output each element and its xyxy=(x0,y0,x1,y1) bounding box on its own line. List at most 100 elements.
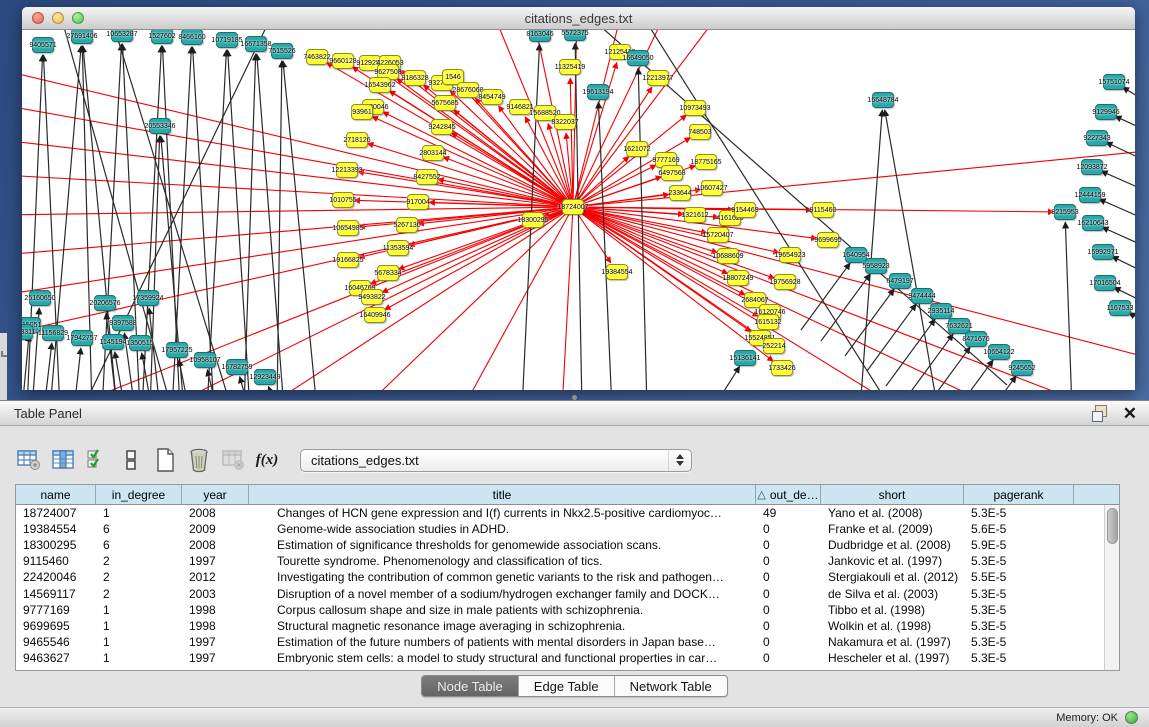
graph-node[interactable]: 10973493 xyxy=(684,100,706,116)
graph-node[interactable]: 10958107 xyxy=(194,352,216,368)
table-row[interactable]: 946554611997Estimation of the future num… xyxy=(16,634,1104,650)
table-row[interactable]: 977716911998Corpus callosum shape and si… xyxy=(16,602,1104,618)
cell-pagerank[interactable]: 5.3E-5 xyxy=(964,587,1074,601)
graph-node[interactable]: 6479197 xyxy=(889,273,911,289)
column-header-year[interactable]: year xyxy=(182,485,249,504)
graph-node[interactable]: 8215953 xyxy=(1054,204,1076,220)
graph-node[interactable]: 233644 xyxy=(669,185,691,201)
graph-node[interactable]: 9227343 xyxy=(1086,130,1108,146)
cell-year[interactable]: 2008 xyxy=(182,538,249,552)
cell-pagerank[interactable]: 5.6E-5 xyxy=(964,522,1074,536)
cell-in_degree[interactable]: 2 xyxy=(96,587,182,601)
cell-out_degree[interactable]: 0 xyxy=(756,603,821,617)
cell-name[interactable]: 14569117 xyxy=(16,587,96,601)
graph-node[interactable]: 20553346 xyxy=(149,118,171,134)
minimize-window-button[interactable] xyxy=(52,12,64,24)
cell-year[interactable]: 2009 xyxy=(182,522,249,536)
graph-node[interactable]: 16782759 xyxy=(226,359,248,375)
graph-node[interactable]: 12093872 xyxy=(1081,159,1103,175)
graph-node[interactable]: 19384554 xyxy=(606,264,628,280)
graph-node[interactable]: 19654923 xyxy=(779,247,801,263)
cell-in_degree[interactable]: 1 xyxy=(96,603,182,617)
cell-in_degree[interactable]: 6 xyxy=(96,538,182,552)
graph-node[interactable]: 9146821 xyxy=(509,99,531,115)
graph-node[interactable]: 9242845 xyxy=(431,119,453,135)
graph-node[interactable]: 12213977 xyxy=(647,70,669,86)
cell-short[interactable]: Yano et al. (2008) xyxy=(821,506,964,520)
cell-year[interactable]: 1997 xyxy=(182,554,249,568)
graph-node[interactable]: 27691406 xyxy=(71,30,93,44)
graph-node[interactable]: 28676068 xyxy=(457,82,479,98)
graph-node[interactable]: 10654122 xyxy=(988,344,1010,360)
graph-node[interactable]: 1640954 xyxy=(845,247,867,263)
cell-title[interactable]: Disruption of a novel member of a sodium… xyxy=(249,587,756,601)
graph-node[interactable]: 9397588 xyxy=(112,315,134,331)
table-row[interactable]: 1872400712008Changes of HCN gene express… xyxy=(16,505,1104,521)
cell-title[interactable]: Embryonic stem cells: a model to study s… xyxy=(249,651,756,665)
cell-in_degree[interactable]: 2 xyxy=(96,554,182,568)
cell-title[interactable]: Corpus callosum shape and size in male p… xyxy=(249,603,756,617)
cell-name[interactable]: 19384554 xyxy=(16,522,96,536)
graph-node[interactable]: 25160650 xyxy=(29,290,51,306)
graph-node[interactable]: 15720407 xyxy=(707,227,729,243)
cell-out_degree[interactable]: 0 xyxy=(756,570,821,584)
graph-node[interactable]: 11353594 xyxy=(387,240,409,256)
graph-node[interactable]: 20206576 xyxy=(94,295,116,311)
cell-short[interactable]: Hescheler et al. (1997) xyxy=(821,651,964,665)
graph-node[interactable]: 16210643 xyxy=(1082,215,1104,231)
cell-in_degree[interactable]: 1 xyxy=(96,619,182,633)
graph-node[interactable]: 2718126 xyxy=(346,132,368,148)
graph-node[interactable]: 11325419 xyxy=(559,59,581,75)
graph-node[interactable]: 19613194 xyxy=(587,84,609,100)
cell-pagerank[interactable]: 5.3E-5 xyxy=(964,554,1074,568)
delete-table-button[interactable] xyxy=(218,446,248,474)
graph-node[interactable]: 15751074 xyxy=(1103,74,1125,90)
cell-pagerank[interactable]: 5.9E-5 xyxy=(964,538,1074,552)
graph-node[interactable]: 10607427 xyxy=(701,180,723,196)
cell-out_degree[interactable]: 0 xyxy=(756,651,821,665)
table-row[interactable]: 1830029562008Estimation of significance … xyxy=(16,537,1104,553)
cell-name[interactable]: 18300295 xyxy=(16,538,96,552)
graph-node[interactable]: 3913311 xyxy=(22,324,33,340)
cell-short[interactable]: Franke et al. (2009) xyxy=(821,522,964,536)
zoom-window-button[interactable] xyxy=(72,12,84,24)
graph-node[interactable]: 9129946 xyxy=(1095,104,1117,120)
graph-node[interactable]: 93961 xyxy=(351,104,373,120)
cell-pagerank[interactable]: 5.3E-5 xyxy=(964,603,1074,617)
cell-year[interactable]: 2012 xyxy=(182,570,249,584)
graph-node[interactable]: 7463822 xyxy=(306,49,328,65)
graph-node[interactable]: 5572375 xyxy=(564,30,586,41)
cell-title[interactable]: Tourette syndrome. Phenomenology and cla… xyxy=(249,554,756,568)
tab-node-table[interactable]: Node Table xyxy=(422,676,519,696)
graph-node[interactable]: 17359924 xyxy=(137,290,159,306)
cell-year[interactable]: 1997 xyxy=(182,635,249,649)
graph-node[interactable]: 12923449 xyxy=(254,369,276,385)
graph-node[interactable]: 2935114 xyxy=(930,303,952,319)
cell-short[interactable]: Jankovic et al. (1997) xyxy=(821,554,964,568)
graph-node[interactable]: 1350515 xyxy=(129,335,151,351)
graph-node[interactable]: 9154469 xyxy=(734,202,756,218)
column-header-name[interactable]: name xyxy=(16,485,96,504)
column-header-title[interactable]: title xyxy=(249,485,756,504)
graph-node[interactable]: 10654985 xyxy=(337,220,359,236)
scrollbar-thumb[interactable] xyxy=(1107,508,1118,544)
graph-node[interactable]: 16648784 xyxy=(872,92,894,108)
graph-node[interactable]: 19166825 xyxy=(337,252,359,268)
column-select-button[interactable] xyxy=(82,446,112,474)
table-select-dropdown[interactable]: citations_edges.txt xyxy=(300,449,692,472)
graph-node[interactable]: 8471676 xyxy=(965,331,987,347)
cell-short[interactable]: Nakamura et al. (1997) xyxy=(821,635,964,649)
column-header-in_degree[interactable]: in_degree xyxy=(96,485,182,504)
graph-node[interactable]: 1145194 xyxy=(102,334,124,350)
cell-name[interactable]: 22420046 xyxy=(16,570,96,584)
cell-pagerank[interactable]: 5.3E-5 xyxy=(964,506,1074,520)
graph-node[interactable]: 19756928 xyxy=(774,274,796,290)
graph-node[interactable]: 9245652 xyxy=(1011,360,1033,376)
cell-out_degree[interactable]: 0 xyxy=(756,619,821,633)
cell-title[interactable]: Estimation of the future numbers of pati… xyxy=(249,635,756,649)
graph-node[interactable]: 15136141 xyxy=(734,350,756,366)
graph-node[interactable]: 9493822 xyxy=(361,289,383,305)
cell-out_degree[interactable]: 49 xyxy=(756,506,821,520)
cell-short[interactable]: Tibbo et al. (1998) xyxy=(821,603,964,617)
graph-node[interactable]: 7515526 xyxy=(271,43,293,59)
